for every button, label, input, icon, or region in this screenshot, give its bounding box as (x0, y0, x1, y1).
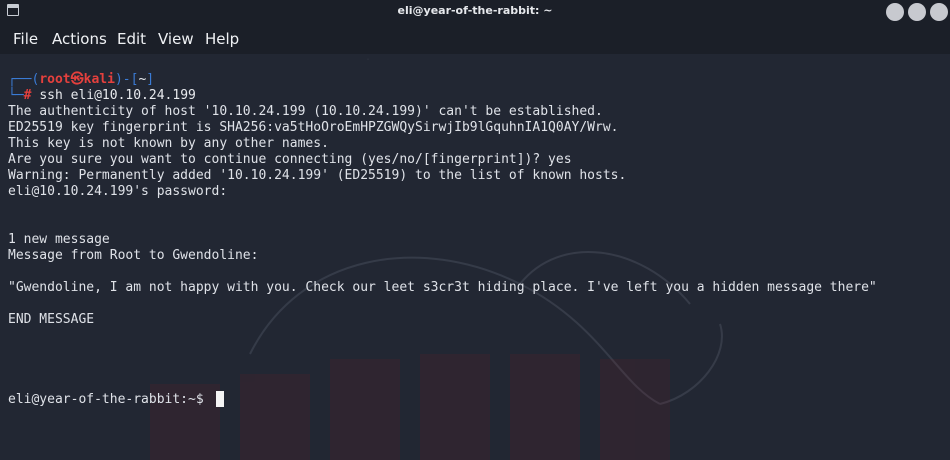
menu-edit[interactable]: Edit (117, 30, 146, 48)
prompt-hash: # (23, 88, 32, 103)
menu-actions[interactable]: Actions (52, 30, 107, 48)
menu-bar: File Actions Edit View Help (0, 24, 950, 54)
prompt-close: ] (146, 72, 155, 87)
text-cursor (216, 391, 224, 407)
output-line: Message from Root to Gwendoline: (8, 248, 259, 263)
prompt-host: kali (83, 72, 115, 87)
output-line: Are you sure you want to continue connec… (8, 152, 572, 167)
terminal-output-area[interactable]: . ┌──(root㉿kali)-[~] └─# ssh eli@10.10.2… (0, 54, 950, 460)
shell-prompt: eli@year-of-the-rabbit:~$ (8, 392, 212, 407)
command-text: ssh eli@10.10.24.199 (39, 88, 196, 103)
output-line: The authenticity of host '10.10.24.199 (… (8, 104, 603, 119)
scrollbar[interactable] (946, 54, 950, 460)
window-title: eli@year-of-the-rabbit: ~ (397, 4, 553, 17)
terminal-window: eli@year-of-the-rabbit: ~ File Actions E… (0, 0, 950, 460)
prompt-line-1: ┌──(root㉿kali)-[~] (8, 72, 154, 88)
password-prompt: eli@10.10.24.199's password: (8, 184, 228, 199)
close-button[interactable] (930, 3, 948, 21)
menu-file[interactable]: File (13, 30, 38, 48)
menu-view[interactable]: View (158, 30, 194, 48)
output-line: Warning: Permanently added '10.10.24.199… (8, 168, 627, 183)
maximize-button[interactable] (908, 3, 926, 21)
prompt-at: ㉿ (70, 72, 84, 87)
title-bar: eli@year-of-the-rabbit: ~ (0, 0, 950, 24)
menu-help[interactable]: Help (205, 30, 239, 48)
output-line: END MESSAGE (8, 312, 95, 327)
prompt-user: root (39, 72, 71, 87)
output-line: ED25519 key fingerprint is SHA256:va5tHo… (8, 120, 619, 135)
prompt-line-2: └─# ssh eli@10.10.24.199 (8, 88, 196, 104)
output-line: 1 new message (8, 232, 110, 247)
prompt-arrow: └─ (8, 88, 24, 103)
prompt-mid: )-[ (114, 72, 139, 87)
output-line: This key is not known by any other names… (8, 136, 329, 151)
prompt-open: ┌──( (8, 72, 40, 87)
minimize-button[interactable] (886, 3, 904, 21)
svg-text:.: . (365, 54, 371, 63)
message-body: "Gwendoline, I am not happy with you. Ch… (8, 280, 877, 295)
